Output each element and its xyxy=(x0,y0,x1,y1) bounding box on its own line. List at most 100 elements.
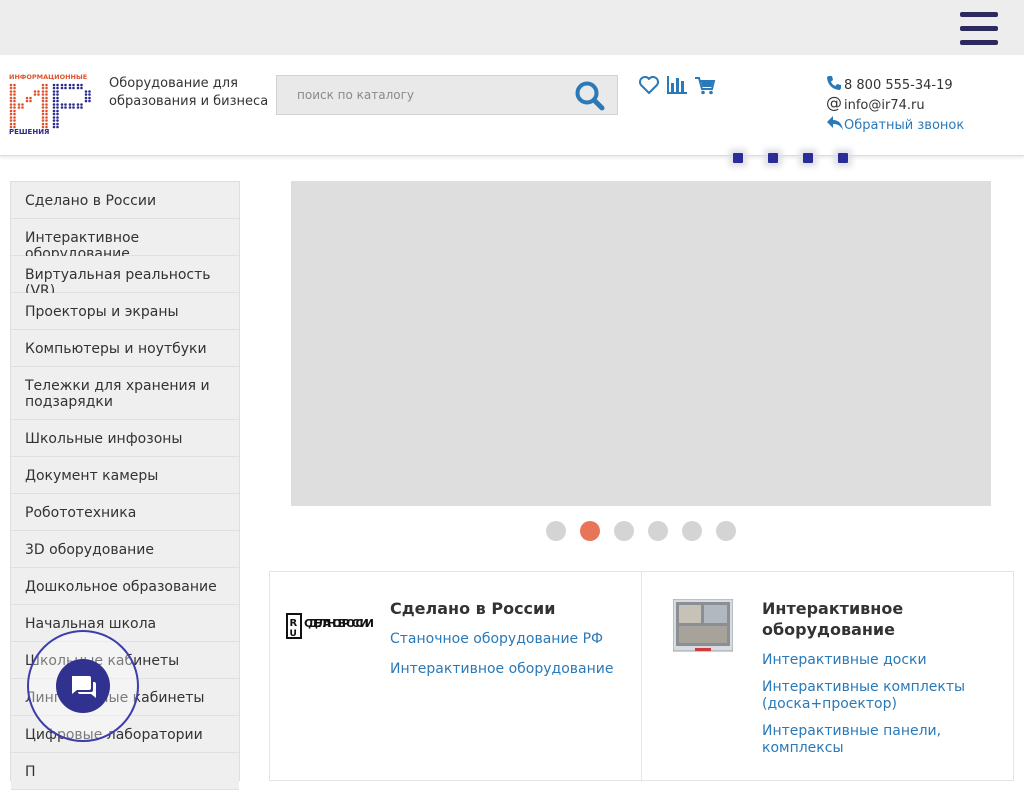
sidebar-item-primary-school[interactable]: Начальная школа xyxy=(11,605,239,642)
logo-dot xyxy=(9,83,13,87)
interactive-board-image[interactable] xyxy=(672,598,734,655)
logo-dot xyxy=(13,119,16,122)
logo-dot xyxy=(29,96,32,100)
logo-dot xyxy=(45,96,48,100)
logo-dot xyxy=(88,99,91,103)
chart-icon[interactable] xyxy=(666,74,688,96)
logo-dot xyxy=(45,99,48,103)
chat-icon[interactable] xyxy=(56,659,110,713)
logo-dot xyxy=(56,93,59,96)
card-link-interactive-equipment[interactable]: Интерактивное оборудование xyxy=(390,661,630,678)
logo-dot xyxy=(41,112,45,116)
card-title-made-in-russia[interactable]: Сделано в России xyxy=(390,598,630,619)
logo-dot xyxy=(84,96,88,100)
sidebar-item-3d[interactable]: 3D оборудование xyxy=(11,531,239,568)
logo-dot xyxy=(41,116,45,119)
logo-dot xyxy=(56,109,59,113)
heart-icon[interactable] xyxy=(638,74,660,96)
sidebar-item-interactive[interactable]: Интерактивное оборудование xyxy=(11,219,239,262)
logo-dot xyxy=(56,83,59,87)
slider-dot-4[interactable] xyxy=(648,521,668,541)
logo-dot xyxy=(21,103,24,106)
logo-dot xyxy=(13,83,16,87)
card-link-machine-tools[interactable]: Станочное оборудование РФ xyxy=(390,631,630,648)
slider-dot-1[interactable] xyxy=(546,521,566,541)
logo-dot xyxy=(56,96,59,100)
logo-dot xyxy=(41,96,45,100)
slider-dot-6[interactable] xyxy=(716,521,736,541)
logo-dot xyxy=(13,106,16,109)
card-link-interactive-panels[interactable]: Интерактивные панели, комплексы xyxy=(762,723,1002,757)
logo-dot xyxy=(52,116,56,119)
logo-dot xyxy=(76,83,80,87)
logo-dot xyxy=(84,99,88,103)
logo-dot xyxy=(25,96,29,100)
logo-dot xyxy=(37,93,40,96)
sidebar-item-next[interactable]: П xyxy=(11,753,239,790)
phone-icon xyxy=(826,75,844,91)
logo-dot xyxy=(9,106,13,109)
logo-dot xyxy=(56,122,59,126)
logo-dot xyxy=(88,90,91,93)
sidebar-item-vr[interactable]: Виртуальная реальность (VR) xyxy=(11,256,239,299)
svg-text:U: U xyxy=(290,629,297,639)
logo-dot xyxy=(41,83,45,87)
logo-dot xyxy=(41,90,45,93)
slider-dot-2[interactable] xyxy=(580,521,600,541)
logo-dot xyxy=(33,90,37,93)
hero-slider[interactable] xyxy=(291,181,991,506)
top-bar xyxy=(0,0,1024,55)
cart-icon[interactable] xyxy=(694,74,716,96)
search-icon[interactable] xyxy=(573,79,607,113)
phone-row: 8 800 555-34-19 xyxy=(826,75,1016,95)
loader-dot xyxy=(768,153,778,163)
logo-dot xyxy=(13,96,16,100)
slider-dot-5[interactable] xyxy=(682,521,702,541)
sidebar-item-infozones[interactable]: Школьные инфозоны xyxy=(11,420,239,457)
sidebar-item-document-cameras[interactable]: Документ камеры xyxy=(11,457,239,494)
logo-dot xyxy=(56,112,59,116)
logo-dot xyxy=(45,109,48,113)
logo-dot xyxy=(52,99,56,103)
slider-dot-3[interactable] xyxy=(614,521,634,541)
sidebar-item-preschool[interactable]: Дошкольное образование xyxy=(11,568,239,605)
logo[interactable]: ИНФОРМАЦИОННЫЕ РЕШЕНИЯ xyxy=(8,73,96,137)
logo-dot xyxy=(13,112,16,116)
callback-row: Обратный звонок xyxy=(826,115,1016,135)
email-address[interactable]: info@ir74.ru xyxy=(844,98,925,113)
logo-bottom-text: РЕШЕНИЯ xyxy=(9,128,49,136)
logo-dot xyxy=(60,86,64,90)
phone-number[interactable]: 8 800 555-34-19 xyxy=(844,78,953,93)
callback-link[interactable]: Обратный звонок xyxy=(844,118,964,133)
header-icons xyxy=(638,74,718,96)
sidebar-item-made-in-russia[interactable]: Сделано в России xyxy=(11,182,239,219)
hamburger-menu-icon[interactable] xyxy=(958,12,1000,46)
logo-dot xyxy=(88,93,91,96)
sidebar-item-computers[interactable]: Компьютеры и ноутбуки xyxy=(11,330,239,367)
logo-dot xyxy=(33,93,37,96)
sidebar-item-projectors[interactable]: Проекторы и экраны xyxy=(11,293,239,330)
logo-dot xyxy=(17,103,21,106)
logo-dot xyxy=(56,125,59,129)
logo-dot xyxy=(45,90,48,93)
logo-graphic: ИНФОРМАЦИОННЫЕ РЕШЕНИЯ xyxy=(9,73,91,136)
sidebar-item-robotics[interactable]: Робототехника xyxy=(11,494,239,531)
logo-dot xyxy=(45,116,48,119)
reply-icon xyxy=(826,115,844,131)
logo-dot xyxy=(13,90,16,93)
logo-dot xyxy=(9,116,13,119)
logo-dot xyxy=(45,83,48,87)
loader-dot xyxy=(838,153,848,163)
card-link-interactive-kits[interactable]: Интерактивные комплекты (доска+проектор) xyxy=(762,679,1002,713)
sidebar-item-carts[interactable]: Тележки для хранения и подзарядки xyxy=(11,367,239,420)
card-link-interactive-boards[interactable]: Интерактивные доски xyxy=(762,652,1002,669)
logo-dot xyxy=(41,99,45,103)
logo-dot xyxy=(13,122,16,126)
search-input[interactable] xyxy=(277,76,567,114)
made-in-russia-logo[interactable]: R U СДЕЛАНО В РОССИИ xyxy=(286,612,376,642)
card-title-interactive[interactable]: Интерактивное оборудование xyxy=(762,598,1002,640)
logo-dot xyxy=(41,122,45,126)
logo-dot xyxy=(41,86,45,90)
logo-dot xyxy=(9,112,13,116)
logo-dot xyxy=(41,103,45,106)
